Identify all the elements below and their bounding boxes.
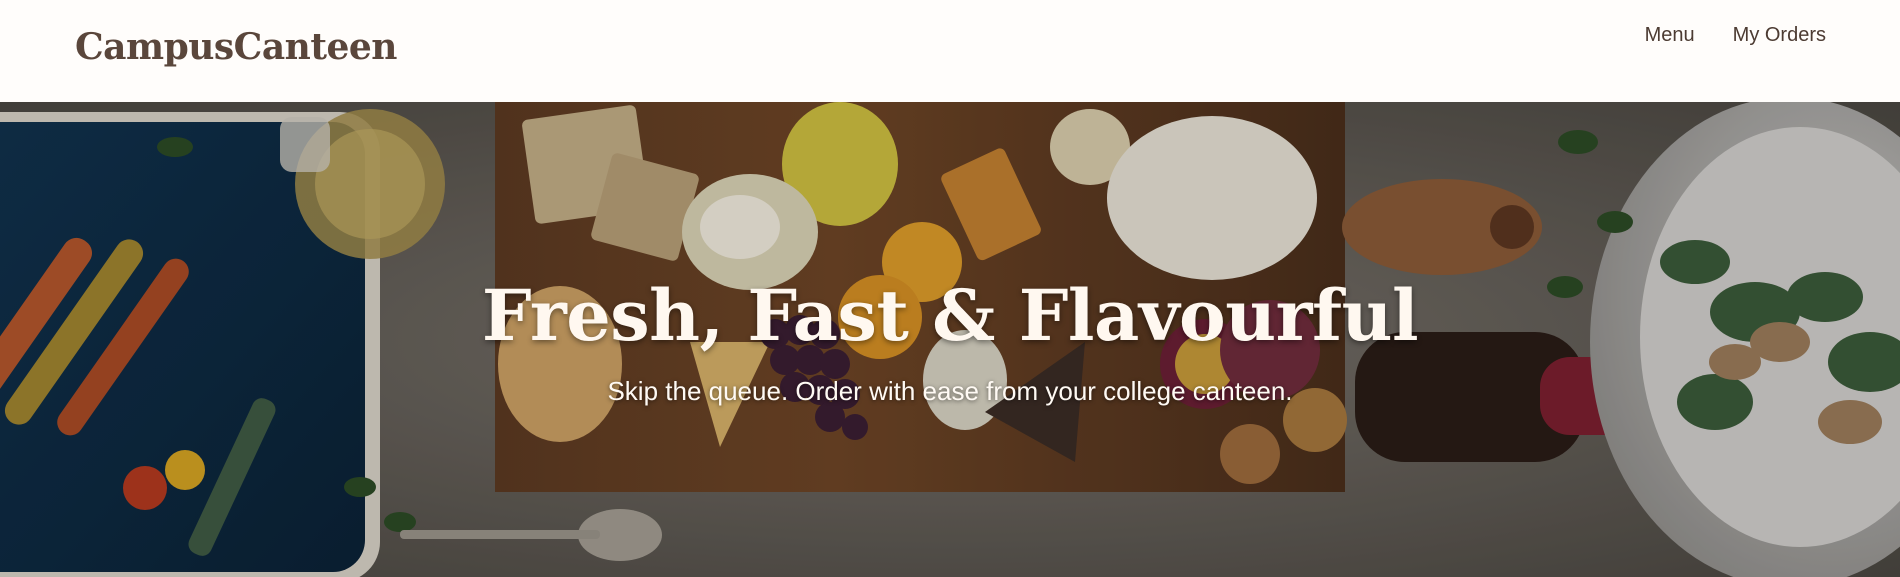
nav-link-my-orders[interactable]: My Orders	[1733, 24, 1826, 47]
hero-banner: Fresh, Fast & Flavourful Skip the queue.…	[0, 102, 1900, 577]
nav-link-menu[interactable]: Menu	[1645, 24, 1695, 47]
main-nav: Menu My Orders	[1645, 24, 1826, 47]
brand-logo[interactable]: CampusCanteen	[75, 26, 397, 68]
top-navigation-bar: CampusCanteen Menu My Orders	[0, 0, 1900, 102]
hero-subtitle: Skip the queue. Order with ease from you…	[607, 376, 1293, 406]
hero-title: Fresh, Fast & Flavourful	[481, 273, 1419, 357]
